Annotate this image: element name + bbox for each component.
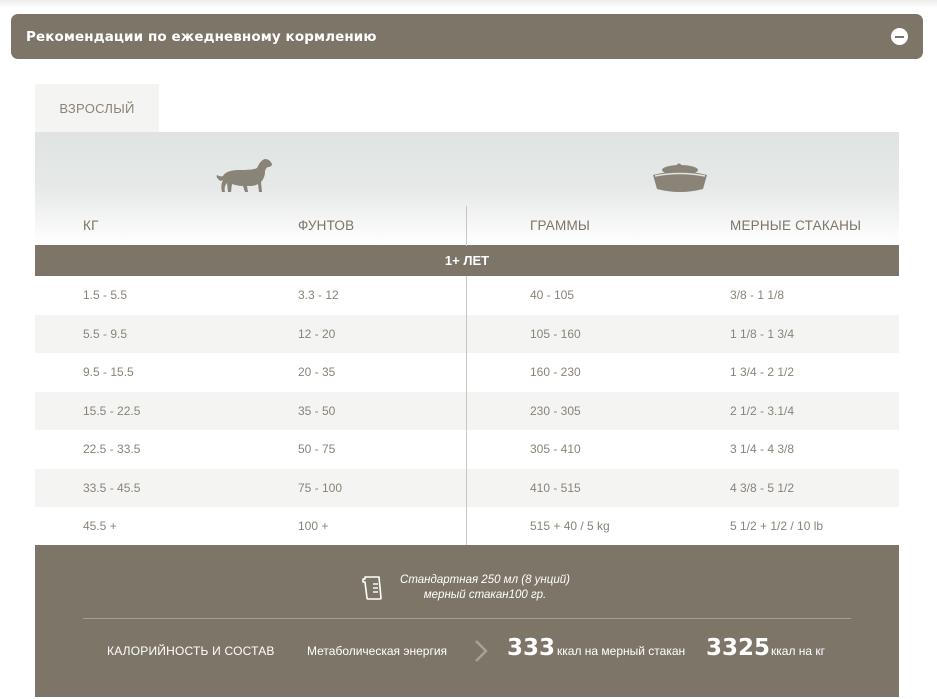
cell-grams: 160 - 230 bbox=[530, 365, 581, 379]
cup-info-line-2: мерный стакан100 гр. bbox=[423, 589, 547, 601]
table-row: 45.5 + 100 + 515 + 40 / 5 kg 5 1/2 + 1/2… bbox=[35, 507, 899, 546]
col-header-grams: ГРАММЫ bbox=[530, 218, 591, 233]
table-row: 1.5 - 5.5 3.3 - 12 40 - 105 3/8 - 1 1/8 bbox=[35, 276, 899, 315]
kcal-per-cup-unit: ккал на мерный стакан bbox=[557, 644, 686, 658]
kcal-per-cup-value: 333 bbox=[507, 635, 556, 661]
cell-grams: 515 + 40 / 5 kg bbox=[530, 519, 610, 533]
cell-kg: 33.5 - 45.5 bbox=[83, 480, 141, 495]
table-header: КГ ФУНТОВ ГРАММЫ МЕРНЫЕ СТАКАНЫ bbox=[35, 132, 899, 246]
nutrition-footer: Стандартная 250 мл (8 унций) мерный стак… bbox=[35, 545, 899, 697]
cell-cups: 1 3/4 - 2 1/2 bbox=[730, 365, 795, 379]
cell-kg: 15.5 - 22.5 bbox=[83, 403, 141, 418]
cell-cups: 5 1/2 + 1/2 / 10 lb bbox=[730, 519, 824, 533]
bowl-icon bbox=[653, 163, 707, 192]
table-row: 33.5 - 45.5 75 - 100 410 - 515 4 3/8 - 5… bbox=[35, 468, 899, 507]
body-divider bbox=[466, 276, 467, 546]
cell-cups: 2 1/2 - 3.1/4 bbox=[730, 403, 795, 418]
cell-grams: 410 - 515 bbox=[530, 480, 581, 495]
cell-cups: 1 1/8 - 1 3/4 bbox=[730, 326, 795, 341]
header-divider bbox=[466, 206, 467, 246]
cell-kg: 1.5 - 5.5 bbox=[83, 288, 128, 302]
footer-divider bbox=[83, 618, 851, 619]
cell-grams: 230 - 305 bbox=[530, 403, 581, 418]
table-row: 15.5 - 22.5 35 - 50 230 - 305 2 1/2 - 3.… bbox=[35, 391, 899, 430]
cell-grams: 305 - 410 bbox=[530, 442, 581, 456]
measuring-cup-icon bbox=[362, 576, 382, 600]
cell-lb: 20 - 35 bbox=[298, 365, 336, 379]
cell-lb: 35 - 50 bbox=[298, 403, 336, 418]
cell-kg: 45.5 + bbox=[83, 519, 117, 533]
cell-lb: 50 - 75 bbox=[298, 442, 336, 456]
tab-adult[interactable]: ВЗРОСЛЫЙ bbox=[35, 84, 159, 132]
top-shadow bbox=[0, 0, 937, 8]
cell-grams: 105 - 160 bbox=[530, 326, 581, 341]
kcal-per-kg-value: 3325 bbox=[706, 635, 771, 661]
col-header-cups: МЕРНЫЕ СТАКАНЫ bbox=[730, 218, 862, 233]
minus-circle-icon[interactable] bbox=[891, 28, 908, 45]
cell-cups: 4 3/8 - 5 1/2 bbox=[730, 480, 795, 495]
cell-grams: 40 - 105 bbox=[530, 288, 575, 302]
feeding-accordion-header[interactable]: Рекомендации по ежедневному кормлению bbox=[11, 14, 923, 59]
col-header-lb: ФУНТОВ bbox=[298, 218, 355, 233]
cell-cups: 3 1/4 - 4 3/8 bbox=[730, 442, 795, 456]
cell-lb: 100 + bbox=[298, 519, 329, 533]
cell-lb: 12 - 20 bbox=[298, 326, 336, 341]
table-row: 9.5 - 15.5 20 - 35 160 - 230 1 3/4 - 2 1… bbox=[35, 353, 899, 392]
chevron-right-icon bbox=[475, 640, 488, 662]
cell-lb: 75 - 100 bbox=[298, 480, 343, 495]
cell-kg: 22.5 - 33.5 bbox=[83, 442, 141, 456]
metabolic-energy-label: Метаболическая энергия bbox=[307, 644, 448, 658]
accordion-title: Рекомендации по ежедневному кормлению bbox=[26, 28, 377, 45]
cup-info-line-1: Стандартная 250 мл (8 унций) bbox=[400, 574, 570, 586]
cup-info: Стандартная 250 мл (8 унций) мерный стак… bbox=[395, 573, 575, 603]
dog-icon bbox=[216, 159, 272, 192]
table-row: 22.5 - 33.5 50 - 75 305 - 410 3 1/4 - 4 … bbox=[35, 430, 899, 469]
table-body: 1.5 - 5.5 3.3 - 12 40 - 105 3/8 - 1 1/8 … bbox=[35, 276, 899, 546]
calories-label: КАЛОРИЙНОСТЬ И СОСТАВ bbox=[107, 644, 275, 658]
feeding-table: КГ ФУНТОВ ГРАММЫ МЕРНЫЕ СТАКАНЫ 1+ ЛЕТ 1… bbox=[35, 132, 899, 546]
age-section-bar: 1+ ЛЕТ bbox=[35, 245, 899, 276]
kcal-per-kg-unit: ккал на кг bbox=[771, 644, 826, 658]
col-header-kg: КГ bbox=[83, 218, 99, 233]
cell-lb: 3.3 - 12 bbox=[298, 288, 339, 302]
cell-kg: 5.5 - 9.5 bbox=[83, 326, 128, 341]
table-row: 5.5 - 9.5 12 - 20 105 - 160 1 1/8 - 1 3/… bbox=[35, 314, 899, 353]
cell-kg: 9.5 - 15.5 bbox=[83, 365, 134, 379]
cell-cups: 3/8 - 1 1/8 bbox=[730, 288, 785, 302]
